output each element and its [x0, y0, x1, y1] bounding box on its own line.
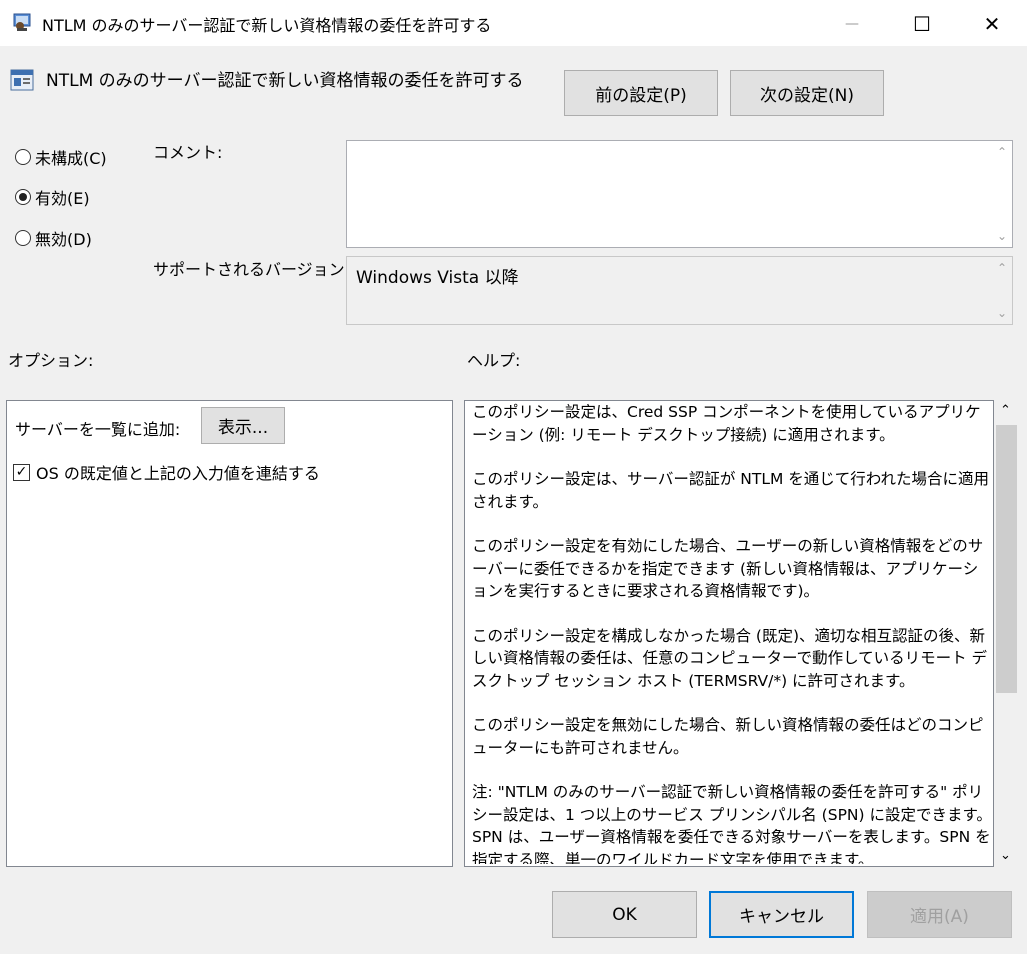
concatenate-checkbox-row[interactable]: ✓ OS の既定値と上記の入力値を連結する: [13, 460, 320, 484]
minimize-button[interactable]: —: [817, 0, 887, 47]
policy-setting-icon: [10, 68, 35, 92]
close-icon: ✕: [983, 11, 1001, 36]
scroll-down-icon[interactable]: ⌄: [996, 229, 1008, 243]
maximize-button[interactable]: ☐: [887, 0, 957, 47]
help-heading: ヘルプ:: [467, 351, 521, 370]
help-paragraph: 注: "NTLM のみのサーバー認証で新しい資格情報の委任を許可する" ポリシー…: [472, 783, 992, 864]
radio-label: 未構成(C): [35, 149, 107, 168]
concatenate-label: OS の既定値と上記の入力値を連結する: [36, 464, 320, 483]
next-setting-button[interactable]: 次の設定(N): [730, 70, 884, 116]
scroll-up-icon[interactable]: ⌃: [996, 261, 1008, 275]
radio-circle: [15, 149, 31, 165]
help-paragraph: このポリシー設定を無効にした場合、新しい資格情報の委任はどのコンピューターにも許…: [472, 716, 984, 757]
comment-field[interactable]: ⌃ ⌄: [346, 140, 1013, 248]
scroll-up-icon[interactable]: ⌃: [1000, 403, 1011, 418]
radio-circle: [15, 230, 31, 246]
options-panel: サーバーを一覧に追加: 表示... ✓ OS の既定値と上記の入力値を連結する: [6, 400, 453, 867]
maximize-icon: ☐: [913, 11, 931, 36]
help-scrollbar-thumb[interactable]: [996, 425, 1017, 693]
comment-label: コメント:: [153, 143, 223, 162]
help-paragraph: このポリシー設定を構成しなかった場合 (既定)、適切な相互認証の後、新しい資格情…: [472, 626, 988, 690]
help-paragraph: このポリシー設定は、サーバー認証が NTLM を通じて行われた場合に適用されます…: [472, 470, 989, 511]
scroll-down-icon[interactable]: ⌄: [996, 306, 1008, 320]
radio-label: 有効(E): [35, 189, 90, 208]
server-list-label: サーバーを一覧に追加:: [15, 420, 181, 439]
close-button[interactable]: ✕: [957, 0, 1027, 47]
supported-versions-value: Windows Vista 以降: [356, 268, 519, 288]
radio-label: 無効(D): [35, 230, 92, 249]
show-button[interactable]: 表示...: [201, 407, 285, 444]
help-text: このポリシー設定は、Cred SSP コンポーネントを使用しているアプリケーショ…: [472, 401, 992, 864]
radio-disabled[interactable]: 無効(D): [15, 226, 92, 250]
help-paragraph: このポリシー設定を有効にした場合、ユーザーの新しい資格情報をどのサーバーに委任で…: [472, 537, 984, 600]
cancel-button[interactable]: キャンセル: [709, 891, 854, 938]
apply-button[interactable]: 適用(A): [867, 891, 1012, 938]
policy-title: NTLM のみのサーバー認証で新しい資格情報の委任を許可する: [46, 71, 524, 91]
policy-window-icon: [12, 12, 34, 32]
help-paragraph: このポリシー設定は、Cred SSP コンポーネントを使用しているアプリケーショ…: [472, 403, 981, 444]
title-bar: NTLM のみのサーバー認証で新しい資格情報の委任を許可する — ☐ ✕: [0, 0, 1027, 47]
window-title: NTLM のみのサーバー認証で新しい資格情報の委任を許可する: [42, 16, 492, 35]
options-heading: オプション:: [8, 351, 94, 370]
minimize-icon: —: [845, 15, 859, 32]
radio-not-configured[interactable]: 未構成(C): [15, 145, 107, 169]
concatenate-checkbox[interactable]: ✓: [13, 463, 30, 481]
scroll-up-icon[interactable]: ⌃: [996, 145, 1008, 159]
scroll-down-icon[interactable]: ⌄: [1000, 848, 1011, 863]
check-icon: ✓: [15, 464, 28, 480]
supported-versions-label: サポートされるバージョン:: [153, 260, 351, 279]
ok-button[interactable]: OK: [552, 891, 697, 938]
previous-setting-button[interactable]: 前の設定(P): [564, 70, 718, 116]
supported-versions-field[interactable]: Windows Vista 以降 ⌃ ⌄: [346, 256, 1013, 325]
radio-circle-selected: [15, 189, 31, 205]
radio-enabled[interactable]: 有効(E): [15, 185, 90, 209]
